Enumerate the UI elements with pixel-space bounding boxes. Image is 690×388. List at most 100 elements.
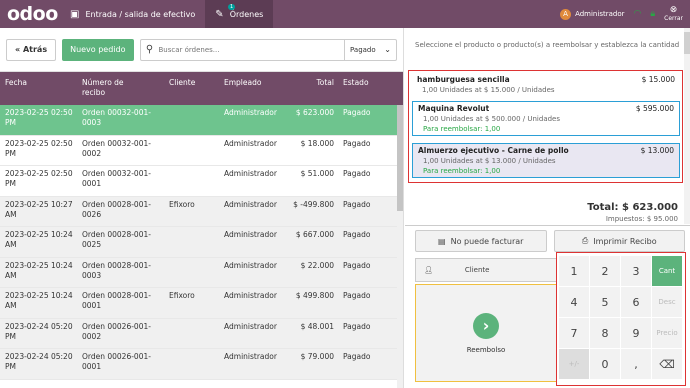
row-total: $ 22.000	[300, 260, 334, 270]
numpad: 1 2 3 Cant 4 5 6 Desc 7 8 9 Precio +/- 0…	[556, 252, 686, 386]
order-total: Total: $ 623.000	[587, 202, 678, 213]
row-date: 2023-02-24 05:20 PM	[5, 321, 73, 341]
header-number: Número de recibo	[82, 78, 124, 97]
numpad-key-5[interactable]: 5	[590, 287, 620, 317]
numpad-key-6[interactable]: 6	[621, 287, 651, 317]
row-date: 2023-02-25 10:24 AM	[5, 260, 73, 280]
numpad-key-4[interactable]: 4	[559, 287, 589, 317]
numpad-plus-minus[interactable]: +/-	[559, 349, 589, 379]
table-row[interactable]: 2023-02-25 10:24 AM Orden 00028-001-0001…	[0, 288, 403, 319]
row-state: Pagado	[343, 291, 371, 300]
numpad-key-2[interactable]: 2	[590, 256, 620, 286]
table-row[interactable]: 2023-02-25 10:27 AM Orden 00028-001-0026…	[0, 196, 403, 227]
scrollbar-thumb[interactable]	[684, 32, 690, 54]
numpad-key-9[interactable]: 9	[621, 318, 651, 348]
row-state: Pagado	[343, 352, 371, 361]
orders-table-body: 2023-02-25 02:50 PM Orden 00032-001-0003…	[0, 105, 403, 380]
table-row[interactable]: 2023-02-25 10:24 AM Orden 00028-001-0003…	[0, 257, 403, 288]
header-state: Estado	[343, 78, 369, 87]
row-client	[164, 349, 221, 379]
table-row[interactable]: 2023-02-25 02:50 PM Orden 00032-001-0001…	[0, 166, 403, 197]
row-date: 2023-02-24 05:20 PM	[5, 352, 73, 371]
numpad-discount-mode[interactable]: Desc	[652, 287, 682, 317]
row-total: $ 48.001	[300, 321, 334, 331]
orders-label: Órdenes	[229, 9, 264, 19]
lock-icon[interactable]: 🔒︎	[650, 9, 655, 19]
row-total: $ 51.000	[300, 169, 334, 178]
print-receipt-button[interactable]: ⎙ Imprimir Recibo	[553, 230, 685, 252]
row-total: $ -499.800	[293, 199, 334, 209]
user-menu[interactable]: A Administrador	[560, 8, 624, 20]
invoice-button[interactable]: ▤ No puede facturar	[415, 230, 547, 252]
orders-scrollbar[interactable]	[397, 105, 403, 388]
row-number: Orden 00028-001-0026	[82, 199, 151, 219]
order-taxes: Impuestos: $ 95.000	[605, 215, 678, 223]
back-button[interactable]: « Atrás	[6, 38, 57, 61]
orders-list-pane: « Atrás Nuevo pedido ⚲ Pagado ⌄ Fecha Nú…	[0, 28, 404, 388]
print-label: Imprimir Recibo	[593, 236, 657, 246]
row-state: Pagado	[343, 169, 371, 178]
row-employee: Administrador	[224, 321, 277, 331]
avatar: A	[560, 8, 572, 20]
row-client	[164, 105, 221, 135]
order-line[interactable]: hamburguesa sencilla $ 15.000 1,00 Unidad…	[412, 73, 680, 96]
row-number: Orden 00028-001-0025	[82, 230, 151, 249]
line-product-name: Almuerzo ejecutivo - Carne de pollo	[418, 146, 569, 155]
table-row[interactable]: 2023-02-25 02:50 PM Orden 00032-001-0002…	[0, 135, 403, 166]
row-number: Orden 00032-001-0002	[82, 138, 151, 158]
numpad-key-7[interactable]: 7	[559, 318, 589, 348]
divider	[405, 225, 690, 226]
numpad-quantity-mode[interactable]: Cant	[652, 256, 682, 286]
numpad-key-8[interactable]: 8	[590, 318, 620, 348]
cash-in-out-button[interactable]: ▣ Entrada / salida de efectivo	[60, 0, 205, 28]
search-input[interactable]	[158, 45, 344, 54]
row-client	[164, 258, 221, 288]
line-refund-qty: Para reembolsar: 1,00	[423, 125, 501, 133]
backspace-icon[interactable]: ⌫	[652, 349, 682, 379]
numpad-key-1[interactable]: 1	[559, 256, 589, 286]
new-order-button[interactable]: Nuevo pedido	[62, 38, 134, 61]
table-row[interactable]: 2023-02-25 10:24 AM Orden 00028-001-0025…	[0, 227, 403, 258]
close-label: Cerrar	[664, 15, 683, 22]
row-state: Pagado	[343, 108, 371, 117]
scrollbar-thumb[interactable]	[397, 105, 403, 211]
row-number: Orden 00032-001-0001	[82, 169, 151, 188]
refund-label: Reembolso	[466, 345, 506, 354]
header-client: Cliente	[169, 78, 196, 87]
row-employee: Administrador	[224, 138, 277, 148]
header-date: Fecha	[5, 78, 27, 87]
row-client	[164, 136, 221, 166]
row-total: $ 18.000	[300, 138, 334, 148]
chevron-down-icon: ⌄	[384, 45, 391, 54]
print-icon: ⎙	[581, 236, 589, 245]
table-row[interactable]: 2023-02-25 02:50 PM Orden 00032-001-0003…	[0, 105, 403, 136]
row-date: 2023-02-25 02:50 PM	[5, 169, 73, 188]
search-bar: ⚲ Pagado ⌄	[139, 38, 397, 61]
row-number: Orden 00028-001-0003	[82, 260, 151, 280]
numpad-key-0[interactable]: 0	[590, 349, 620, 379]
top-bar: odoo ▣ Entrada / salida de efectivo ✎ Ór…	[0, 0, 690, 28]
refund-pane: Seleccione el producto o producto(s) a r…	[405, 28, 690, 388]
state-filter-dropdown[interactable]: Pagado ⌄	[344, 39, 396, 60]
user-icon: 👤︎	[424, 266, 433, 274]
numpad-price-mode[interactable]: Precio	[652, 318, 682, 348]
row-client	[164, 166, 221, 196]
state-filter-label: Pagado	[350, 45, 376, 54]
numpad-key-3[interactable]: 3	[621, 256, 651, 286]
order-line[interactable]: Maquina Revolut $ 595.000 1,00 Unidades a…	[412, 101, 680, 136]
invoice-icon: ▤	[438, 236, 446, 246]
table-row[interactable]: 2023-02-24 05:20 PM Orden 00026-001-0002…	[0, 318, 403, 349]
row-total: $ 79.000	[300, 352, 334, 361]
row-client	[164, 319, 221, 349]
refund-instruction: Seleccione el producto o producto(s) a r…	[415, 41, 680, 49]
order-line[interactable]: Almuerzo ejecutivo - Carne de pollo $ 13.…	[412, 143, 680, 178]
row-employee: Administrador	[224, 260, 277, 270]
row-client: Efixoro	[169, 291, 195, 300]
table-row[interactable]: 2023-02-24 05:20 PM Orden 00026-001-0001…	[0, 349, 403, 380]
orders-button[interactable]: ✎ Órdenes	[205, 0, 274, 28]
refund-scrollbar[interactable]	[684, 28, 690, 224]
client-button[interactable]: 👤︎ Cliente	[415, 258, 557, 282]
refund-button[interactable]: › Reembolso	[415, 284, 557, 382]
numpad-key-comma[interactable]: ,	[621, 349, 651, 379]
close-session-button[interactable]: ⊗ Cerrar	[664, 6, 683, 23]
